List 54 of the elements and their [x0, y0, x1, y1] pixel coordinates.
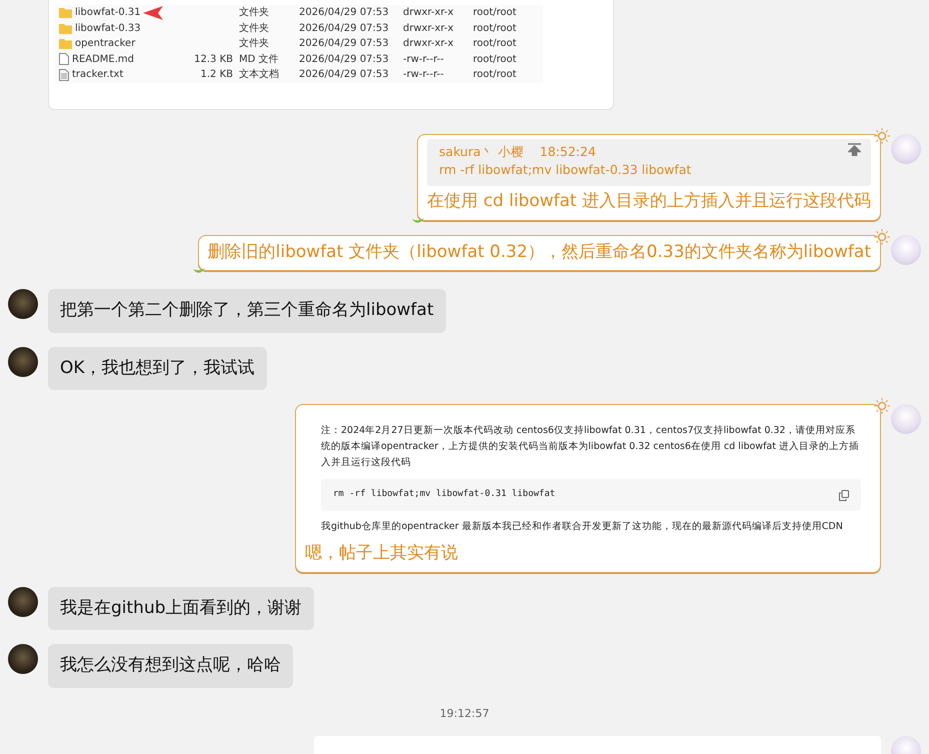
message-bubble: 我是在github上面看到的，谢谢 [48, 586, 314, 630]
file-name: tracker.txt [72, 68, 124, 82]
avatar [891, 134, 921, 164]
code-text: rm -rf libowfat;mv libowfat-0.31 libowfat [333, 488, 556, 502]
file-modified: 2026/04/29 07:53 [299, 69, 389, 80]
quote-sender: sakura丶 小樱 [439, 142, 524, 160]
article-note: 注：2024年2月27日更新一次版本代码改动 centos6仅支持libowfat 0.31，centos7仅支持libowfat 0.32，请使用对应系统的版本编译opentracker，上方提供的安装代码当前版本为libowfat 0.32 centos6在使用 cd libowfat 进入目录的上方插入并且运行这段代码 [321, 424, 860, 470]
file-modified: 2026/04/29 07:53 [299, 22, 389, 34]
file-permissions: drwxr-xr-x [403, 7, 454, 18]
file-type: MD 文件 [239, 54, 279, 65]
pin-to-top-icon[interactable] [848, 142, 861, 156]
file-type: 文件夹 [239, 38, 269, 50]
file-permissions: -rw-r--r-- [403, 69, 444, 80]
file-owner: root/root [473, 7, 516, 18]
avatar [8, 346, 38, 376]
file-name: README.md [72, 52, 134, 67]
file-size: 1.2 KB [200, 69, 233, 80]
avatar [8, 644, 38, 674]
avatar [8, 289, 38, 319]
avatar [891, 234, 921, 264]
message-bubble: 我怎么没有想到这点呢，哈哈 [48, 644, 293, 688]
file-owner: root/root [473, 22, 516, 34]
file-modified: 2026/04/29 07:53 [299, 7, 389, 18]
leaf-icon [412, 216, 424, 226]
message-bubble: OK，我也想到了，我试试 [48, 346, 267, 390]
file-name: libowfat-0.33 [75, 22, 141, 36]
file-type: 文件夹 [239, 22, 269, 34]
file-permissions: -rw-r--r-- [403, 54, 444, 65]
file-type: 文本文档 [239, 69, 279, 80]
file-permissions: drwxr-xr-x [403, 22, 454, 34]
folder-icon [59, 22, 72, 34]
file-name: libowfat-0.31 [75, 6, 141, 20]
file-size: 12.3 KB [194, 54, 233, 65]
message-timestamp: 19:12:57 [438, 706, 490, 722]
quote-text: rm -rf libowfat;mv libowfat-0.33 libowfat [439, 161, 692, 180]
file-modified: 2026/04/29 07:53 [299, 54, 389, 65]
message-text: 删除旧的libowfat 文件夹（libowfat 0.32），然后重命名0.33的文件夹名称为libowfat [208, 240, 871, 264]
message-bubble: 把第一个第二个删除了，第三个重命名为libowfat [48, 289, 446, 332]
folder-icon [59, 7, 72, 18]
file-owner: root/root [473, 38, 516, 50]
message-text: 在使用 cd libowfat 进入目录的上方插入并且运行这段代码 [427, 190, 871, 213]
file-modified: 2026/04/29 07:53 [299, 38, 389, 50]
quote-time: 18:52:24 [540, 142, 596, 160]
folder-icon [59, 38, 72, 50]
file-permissions: drwxr-xr-x [403, 38, 454, 50]
copy-icon[interactable] [839, 490, 849, 501]
file-name: opentracker [75, 37, 136, 52]
avatar [891, 404, 921, 434]
file-owner: root/root [473, 54, 516, 65]
file-owner: root/root [473, 69, 516, 80]
article-text: 我github仓库里的opentracker 最新版本我已经和作者联合开发更新了这功能，现在的最新源代码编译后支持使用CDN [321, 520, 844, 534]
avatar [8, 586, 38, 616]
file-type: 文件夹 [239, 7, 269, 18]
message-text: 嗯，帖子上其实有说 [305, 542, 459, 565]
